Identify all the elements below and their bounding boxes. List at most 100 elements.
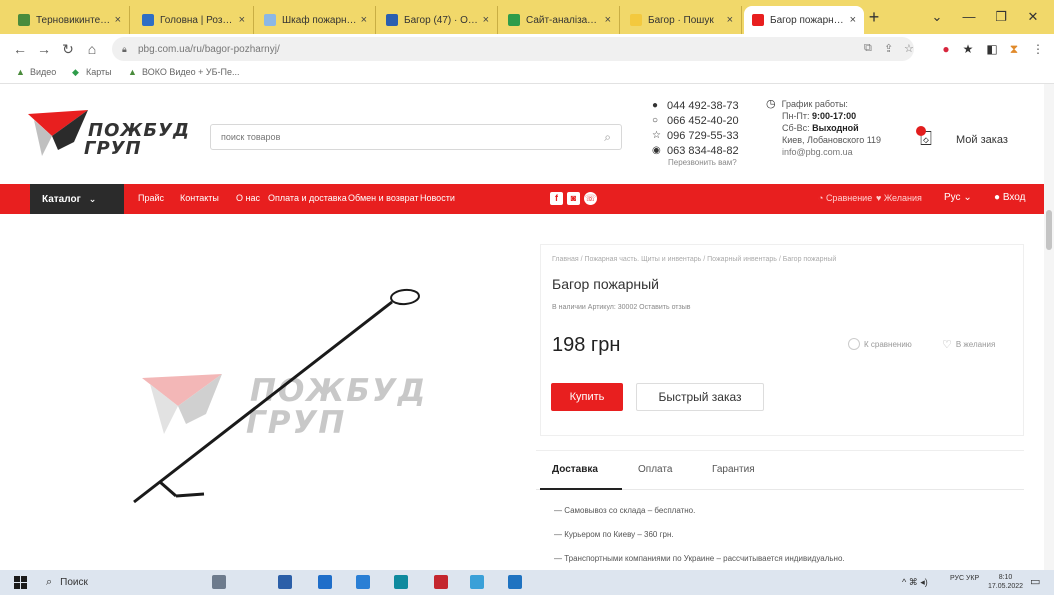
phone-item[interactable]: ☆ 096 729-55-33 xyxy=(652,128,762,143)
reload-icon[interactable]: ↻ xyxy=(58,39,78,59)
tab-payment[interactable]: Оплата xyxy=(638,464,672,475)
browser-tab[interactable]: Головна | Розетка × xyxy=(134,6,254,34)
bookmark-videos[interactable]: ▲ Видео xyxy=(16,67,56,77)
instagram-icon[interactable]: ◙ xyxy=(567,192,580,205)
menu-dots-icon[interactable]: ⋮ xyxy=(1030,41,1046,57)
address-bar[interactable]: 🔒︎ pbg.com.ua/ru/bagor-pozharnyj/ xyxy=(112,37,914,61)
viber-icon[interactable]: ☏ xyxy=(584,192,597,205)
add-to-wishlist[interactable]: ♡ В желания xyxy=(942,338,995,351)
browser-tab[interactable]: Багор (47) · ОLX × xyxy=(378,6,498,34)
menu-item[interactable]: Прайс xyxy=(138,193,164,203)
browser-tab[interactable]: Терновикинтер… × xyxy=(10,6,130,34)
email-link[interactable]: info@pbg.com.ua xyxy=(766,146,916,158)
search-icon[interactable]: ⌕ xyxy=(604,130,611,145)
bookmark-star-icon[interactable]: ☆ xyxy=(904,42,914,55)
close-tab-icon[interactable]: × xyxy=(115,14,121,26)
system-tray-icons[interactable]: ^ ⌘ ◂) xyxy=(902,577,928,588)
browser-tab[interactable]: Сайт-аналізатор… × xyxy=(500,6,620,34)
cart-label: Мой заказ xyxy=(956,133,1008,146)
site-search: ⌕ xyxy=(210,124,622,150)
minimize-button[interactable]: — xyxy=(954,6,984,28)
menu-item[interactable]: Оплата и доставка xyxy=(268,193,347,203)
menu-item[interactable]: О нас xyxy=(236,193,260,203)
add-to-compare[interactable]: К сравнению xyxy=(848,338,912,350)
catalog-button[interactable]: Каталог ⌄ xyxy=(30,184,124,214)
bookmark-maps[interactable]: ◆ Карты xyxy=(72,67,112,77)
main-menu: Каталог ⌄ Прайс Контакты О нас Оплата и дос… xyxy=(0,184,1054,214)
maximize-button[interactable]: ❐ xyxy=(986,6,1016,28)
close-tab-icon[interactable]: × xyxy=(605,14,611,26)
share-icon[interactable]: ⇪ xyxy=(884,42,893,55)
close-tab-icon[interactable]: × xyxy=(361,14,367,26)
phone-kyivstar-icon: ● xyxy=(652,100,659,111)
tab-favicon-icon xyxy=(630,14,642,26)
close-window-button[interactable]: ✕ xyxy=(1018,6,1048,28)
page-title: Багор пожарный xyxy=(552,276,659,292)
close-tab-icon[interactable]: × xyxy=(850,14,856,26)
address-text: pbg.com.ua/ru/bagor-pozharnyj/ xyxy=(138,43,280,55)
translate-icon[interactable]: ⧉ xyxy=(864,42,872,55)
login-link[interactable]: ● Вход xyxy=(994,192,1025,203)
menu-item[interactable]: Новости xyxy=(420,193,455,203)
scrollbar-thumb[interactable] xyxy=(1046,210,1052,250)
facebook-icon[interactable]: f xyxy=(550,192,563,205)
taskbar-app-icon[interactable] xyxy=(318,575,332,589)
breadcrumb[interactable]: Главная / Пожарная часть. Щиты и инвента… xyxy=(552,256,836,263)
extension-opera-icon[interactable]: ● xyxy=(938,41,954,57)
tab-warranty[interactable]: Гарантия xyxy=(712,464,755,475)
taskbar-search[interactable]: ⌕ Поиск xyxy=(46,574,196,591)
phone-item[interactable]: ◉ 063 834-48-82 xyxy=(652,143,762,158)
sidebar-icon[interactable]: ◧ xyxy=(984,41,1000,57)
tab-delivery[interactable]: Доставка xyxy=(552,464,598,475)
taskbar-app-icon[interactable] xyxy=(508,575,522,589)
home-icon[interactable]: ⌂ xyxy=(82,39,102,59)
quick-order-button[interactable]: Быстрый заказ xyxy=(636,383,764,411)
taskbar-app-icon[interactable] xyxy=(434,575,448,589)
taskbar-app-icon[interactable] xyxy=(356,575,370,589)
compare-link[interactable]: ◔ Сравнение xyxy=(818,193,872,203)
site-header: ПОЖБУД ГРУП ⌕ ● 044 492-38-73 ○ 066 452-… xyxy=(0,84,1054,184)
tab-favicon-icon xyxy=(508,14,520,26)
close-tab-icon[interactable]: × xyxy=(727,14,733,26)
phone-list: ● 044 492-38-73 ○ 066 452-40-20 ☆ 096 72… xyxy=(652,98,762,168)
tab-favicon-icon xyxy=(752,14,764,26)
windows-start-icon[interactable] xyxy=(14,576,27,589)
keyboard-language[interactable]: РУС УКР xyxy=(950,575,980,583)
bookmark-voko[interactable]: ▲ ВОКО Видео + УБ-Пе... xyxy=(128,67,240,77)
back-icon[interactable]: ← xyxy=(10,39,30,59)
buy-button[interactable]: Купить xyxy=(551,383,623,411)
extension-pin-icon[interactable]: ★ xyxy=(960,41,976,57)
search-input[interactable] xyxy=(221,132,605,142)
heart-icon: ♡ xyxy=(942,339,952,351)
browser-tab[interactable]: Багор пожарный… × xyxy=(744,6,864,34)
phone-item[interactable]: ○ 066 452-40-20 xyxy=(652,113,762,128)
logo-text-line2: ГРУП xyxy=(84,138,142,159)
phone-item[interactable]: ● 044 492-38-73 xyxy=(652,98,762,113)
menu-item[interactable]: Контакты xyxy=(180,193,219,203)
browser-tab[interactable]: Шкаф пожарный… × xyxy=(256,6,376,34)
browser-tab-strip: Терновикинтер… × Головна | Розетка × Шкаф по… xyxy=(0,0,1054,34)
taskbar-app-icon[interactable] xyxy=(394,575,408,589)
profile-icon[interactable]: ⧗ xyxy=(1006,41,1022,57)
tab-search-icon[interactable]: ⌄ xyxy=(922,6,952,28)
taskbar-app-icon[interactable] xyxy=(278,575,292,589)
language-select[interactable]: Рус ⌄ xyxy=(944,192,972,203)
new-tab-button[interactable]: + xyxy=(862,6,886,30)
taskbar-clock[interactable]: 8:10 17.05.2022 xyxy=(988,573,1023,591)
close-tab-icon[interactable]: × xyxy=(483,14,489,26)
cart-icon: ⌺ xyxy=(916,126,946,151)
menu-item[interactable]: Обмен и возврат xyxy=(348,193,419,203)
close-tab-icon[interactable]: × xyxy=(239,14,245,26)
tab-favicon-icon xyxy=(386,14,398,26)
cart-button[interactable]: ⌺ Мой заказ xyxy=(916,126,1008,151)
taskbar-app-icon[interactable] xyxy=(212,575,226,589)
windows-taskbar: ⌕ Поиск ^ ⌘ ◂) РУС УКР 8:10 17.05.2022 ▭ xyxy=(0,570,1054,595)
forward-icon[interactable]: → xyxy=(34,39,54,59)
wishlist-link[interactable]: ♥ Желания xyxy=(876,193,922,203)
notifications-icon[interactable]: ▭ xyxy=(1030,575,1040,588)
page-scrollbar[interactable] xyxy=(1044,84,1054,570)
browser-tab[interactable]: Багор · Пошук × xyxy=(622,6,742,34)
tab-title: Шкаф пожарный… xyxy=(282,14,357,26)
callback-link[interactable]: Перезвонить вам? xyxy=(668,158,762,167)
taskbar-app-icon[interactable] xyxy=(470,575,484,589)
